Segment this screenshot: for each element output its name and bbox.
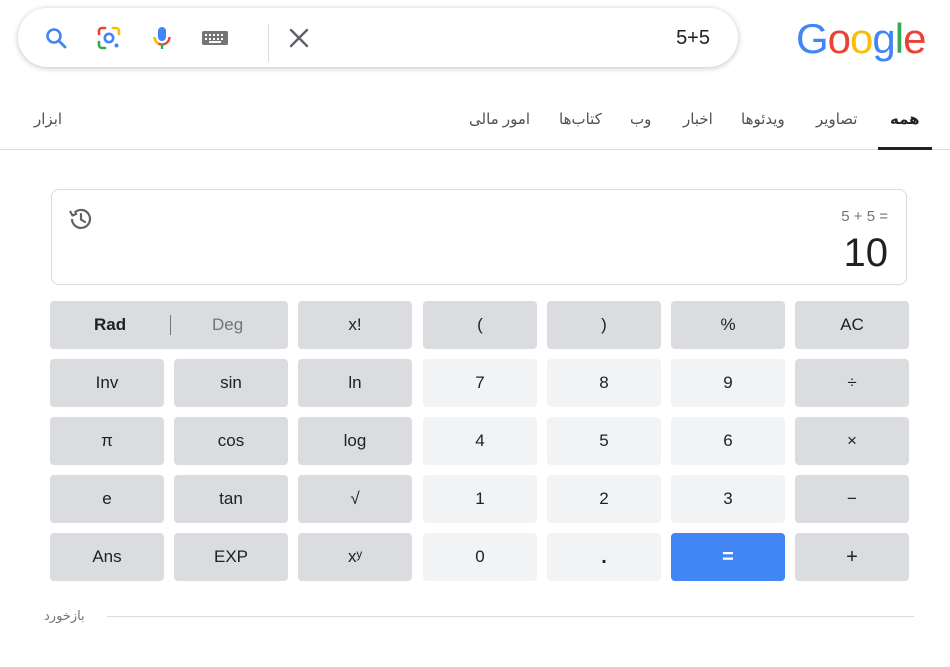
digit-9-button[interactable]: 9 (671, 359, 785, 407)
exp-button[interactable]: EXP (174, 533, 288, 581)
multiply-button[interactable]: × (795, 417, 909, 465)
feedback-link[interactable]: بازخورد (44, 608, 85, 624)
digit-3-button[interactable]: 3 (671, 475, 785, 523)
digit-0-button[interactable]: 0 (423, 533, 537, 581)
tab-web[interactable]: وب (630, 108, 651, 150)
tab-videos[interactable]: ویدئوها (741, 108, 785, 150)
tab-tools[interactable]: ابزار (34, 108, 62, 150)
digit-1-button[interactable]: 1 (423, 475, 537, 523)
equals-button[interactable]: = (671, 533, 785, 581)
sqrt-button[interactable]: √ (298, 475, 412, 523)
answer-button[interactable]: Ans (50, 533, 164, 581)
tab-images[interactable]: تصاویر (816, 108, 857, 150)
digit-5-button[interactable]: 5 (547, 417, 661, 465)
logo-letter: o (827, 15, 851, 62)
calculator-result: 10 (843, 231, 889, 275)
factorial-button[interactable]: x! (298, 301, 412, 349)
digit-2-button[interactable]: 2 (547, 475, 661, 523)
google-logo[interactable]: Google (796, 14, 926, 64)
history-icon[interactable] (67, 205, 95, 233)
percent-button[interactable]: % (671, 301, 785, 349)
decimal-point-button[interactable]: . (547, 533, 661, 581)
close-icon[interactable] (286, 25, 312, 51)
digit-6-button[interactable]: 6 (671, 417, 785, 465)
subtract-button[interactable]: − (795, 475, 909, 523)
logo-letter: o (850, 15, 873, 62)
power-button[interactable]: xʸ (298, 533, 412, 581)
tab-finance[interactable]: امور مالی (469, 108, 530, 150)
search-input[interactable] (330, 23, 710, 53)
search-divider (268, 24, 269, 62)
left-paren-button[interactable]: ( (423, 301, 537, 349)
google-lens-icon[interactable] (96, 25, 122, 51)
tan-button[interactable]: tan (174, 475, 288, 523)
ln-button[interactable]: ln (298, 359, 412, 407)
search-bar (18, 8, 738, 67)
deg-button[interactable]: Deg (212, 315, 243, 335)
rad-deg-toggle[interactable]: Rad Deg (50, 301, 288, 349)
search-icon[interactable] (43, 25, 69, 51)
microphone-icon[interactable] (149, 25, 175, 51)
log-button[interactable]: log (298, 417, 412, 465)
logo-letter: g (872, 15, 895, 62)
logo-letter: G (796, 15, 829, 62)
all-clear-button[interactable]: AC (795, 301, 909, 349)
logo-letter: e (903, 15, 926, 62)
rad-button[interactable]: Rad (94, 315, 126, 335)
cos-button[interactable]: cos (174, 417, 288, 465)
search-tabs: همه تصاویر ویدئوها اخبار وب کتاب‌ها امور… (0, 96, 950, 150)
digit-4-button[interactable]: 4 (423, 417, 537, 465)
digit-7-button[interactable]: 7 (423, 359, 537, 407)
euler-button[interactable]: e (50, 475, 164, 523)
divide-button[interactable]: ÷ (795, 359, 909, 407)
rad-deg-divider (170, 315, 171, 335)
sin-button[interactable]: sin (174, 359, 288, 407)
right-paren-button[interactable]: ) (547, 301, 661, 349)
inverse-button[interactable]: Inv (50, 359, 164, 407)
add-button[interactable]: + (795, 533, 909, 581)
tab-all[interactable]: همه (878, 108, 931, 150)
keyboard-icon[interactable] (202, 25, 228, 51)
digit-8-button[interactable]: 8 (547, 359, 661, 407)
pi-button[interactable]: π (50, 417, 164, 465)
calculator-expression: 5 + 5 = (841, 208, 888, 225)
tab-news[interactable]: اخبار (683, 108, 713, 150)
calculator-display: 5 + 5 = 10 (51, 189, 907, 285)
logo-letter: l (894, 15, 904, 62)
tab-books[interactable]: کتاب‌ها (559, 108, 602, 150)
footer-divider (107, 616, 914, 617)
